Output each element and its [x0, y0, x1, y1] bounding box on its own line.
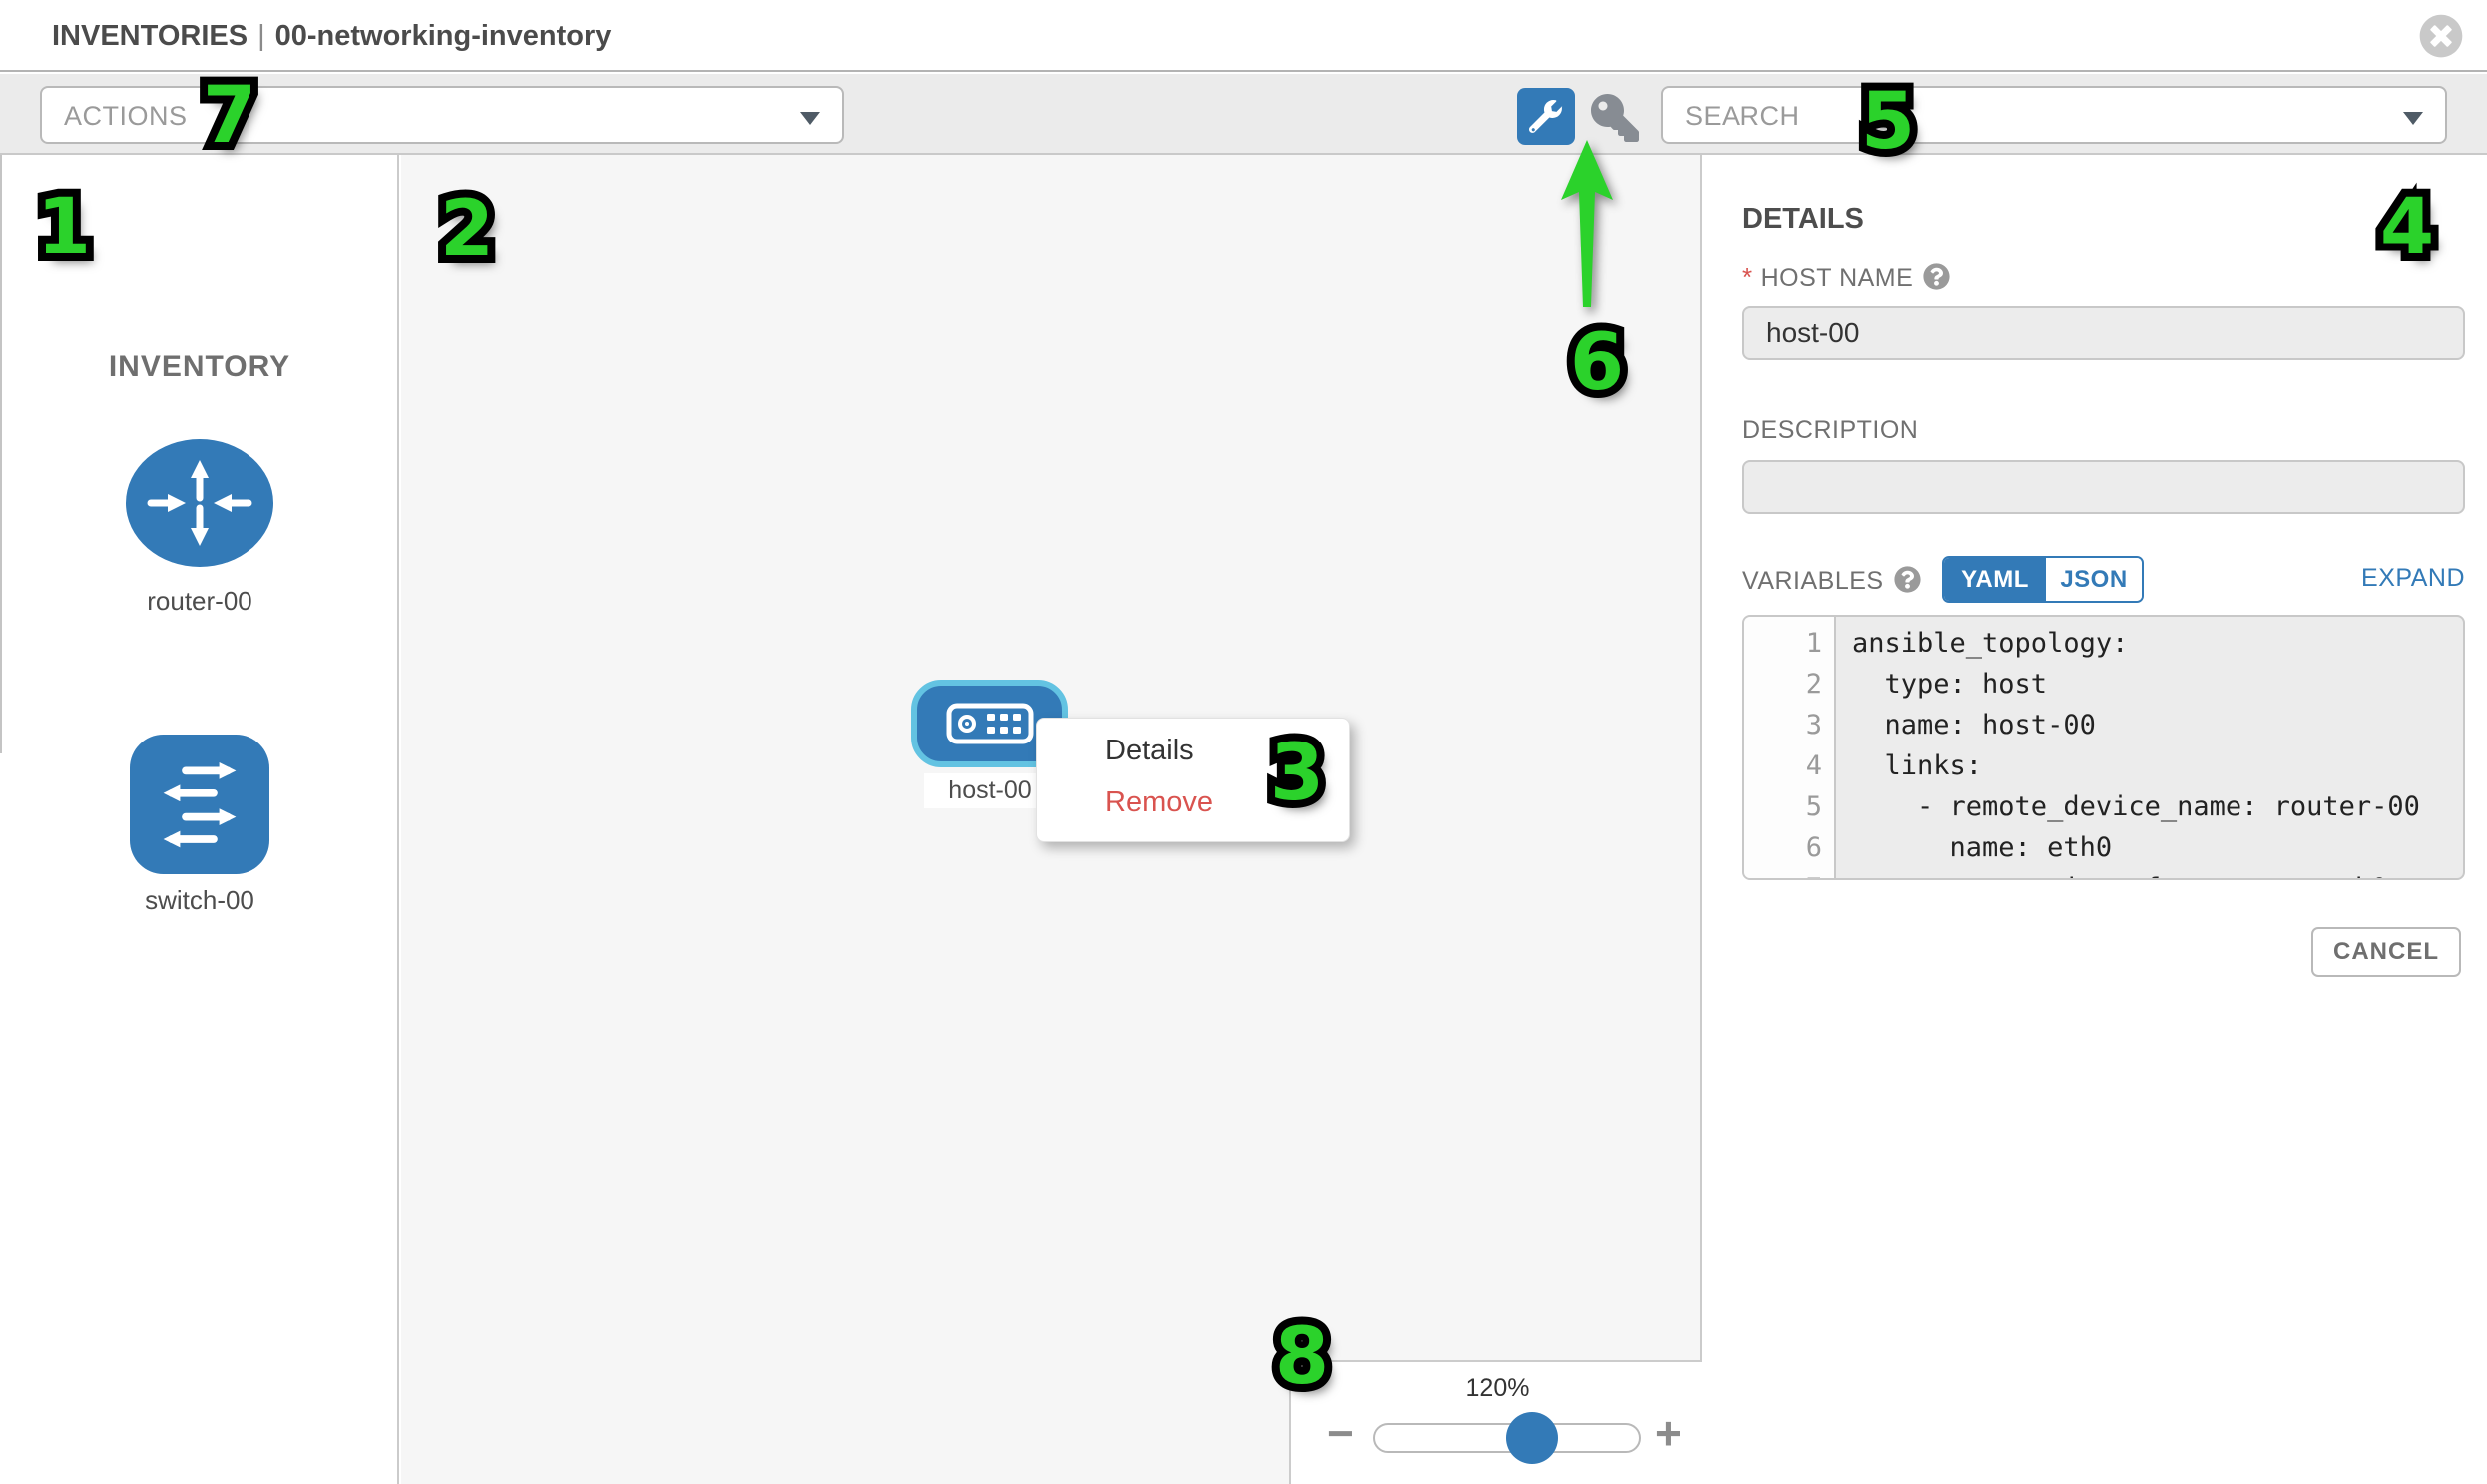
code-line: type: host [1838, 664, 2463, 705]
breadcrumb: INVENTORIES [52, 20, 248, 52]
search-dropdown-label: SEARCH [1685, 101, 1800, 132]
required-marker: * [1742, 262, 1753, 292]
sidebar-title: INVENTORY [0, 350, 399, 384]
actions-dropdown-label: ACTIONS [64, 101, 188, 132]
inventory-name: 00-networking-inventory [275, 20, 612, 52]
line-number: 7 [1744, 868, 1834, 880]
editor-gutter: 1 2 3 4 5 6 7 [1744, 617, 1836, 878]
annotation-8: 8 [1275, 1318, 1329, 1396]
chevron-down-icon [800, 112, 820, 125]
help-icon[interactable] [1894, 566, 1921, 593]
page-header: INVENTORIES|00-networking-inventory [0, 0, 2487, 72]
variables-editor[interactable]: 1 2 3 4 5 6 7 ansible_topology: type: ho… [1742, 615, 2465, 880]
annotation-1: 1 [37, 189, 91, 266]
host-name-input[interactable] [1742, 306, 2465, 360]
json-toggle-button[interactable]: JSON [2046, 558, 2142, 601]
zoom-slider-thumb[interactable] [1506, 1412, 1558, 1464]
line-number: 2 [1744, 664, 1834, 705]
zoom-control: 120% − + [1289, 1360, 1702, 1484]
variables-label: VARIABLES [1742, 566, 1921, 596]
cancel-button[interactable]: CANCEL [2311, 927, 2461, 977]
context-menu-item-details[interactable]: Details [1105, 735, 1194, 767]
annotation-6: 6 [1570, 324, 1624, 402]
chevron-down-icon [2403, 112, 2423, 125]
toolbar: ACTIONS SEARCH [0, 74, 2487, 155]
annotation-7: 7 [203, 77, 256, 155]
help-icon[interactable] [1923, 263, 1950, 290]
code-line: links: [1838, 745, 2463, 786]
breadcrumb-separator: | [248, 20, 275, 52]
wrench-icon [1529, 100, 1563, 134]
search-dropdown[interactable]: SEARCH [1661, 86, 2447, 144]
host-icon [946, 702, 1034, 745]
configure-button[interactable] [1517, 88, 1575, 145]
zoom-level-label: 120% [1291, 1374, 1704, 1403]
router-node-label: router-00 [0, 586, 399, 617]
details-panel: DETAILS *HOST NAME DESCRIPTION VARIABLES… [1704, 155, 2487, 1484]
key-icon[interactable] [1591, 94, 1639, 142]
code-line: - remote_device_name: router-00 [1838, 786, 2463, 827]
line-number: 1 [1744, 623, 1834, 664]
inventory-topology-page: INVENTORIES|00-networking-inventory ACTI… [0, 0, 2487, 1484]
editor-content: ansible_topology: type: host name: host-… [1838, 617, 2463, 880]
sidebar-edge-line [0, 155, 2, 753]
close-icon[interactable] [2419, 14, 2463, 58]
code-line: name: host-00 [1838, 705, 2463, 745]
line-number: 3 [1744, 705, 1834, 745]
line-number: 5 [1744, 786, 1834, 827]
green-up-arrow-icon [1555, 138, 1619, 309]
topology-canvas[interactable]: host-00 Details Remove 120% − + [401, 155, 1702, 1484]
description-input[interactable] [1742, 460, 2465, 514]
yaml-toggle-button[interactable]: YAML [1944, 558, 2046, 601]
code-line: name: eth0 [1838, 827, 2463, 868]
page-title: INVENTORIES|00-networking-inventory [52, 20, 611, 53]
actions-dropdown[interactable]: ACTIONS [40, 86, 844, 144]
code-line: ansible_topology: [1838, 623, 2463, 664]
annotation-3: 3 [1270, 735, 1324, 812]
code-line: remote_interface_name: eth0 [1838, 868, 2463, 880]
details-title: DETAILS [1742, 203, 1864, 236]
annotation-4: 4 [2380, 189, 2434, 266]
switch-node-label: switch-00 [0, 885, 399, 916]
annotation-5: 5 [1861, 83, 1915, 161]
zoom-out-button[interactable]: − [1327, 1410, 1354, 1456]
switch-icon[interactable] [130, 735, 269, 874]
zoom-in-button[interactable]: + [1655, 1410, 1682, 1456]
line-number: 6 [1744, 827, 1834, 868]
annotation-2: 2 [440, 191, 494, 268]
inventory-sidebar: INVENTORY router-00 [0, 155, 399, 1484]
expand-link[interactable]: EXPAND [2361, 564, 2465, 593]
context-menu-item-remove[interactable]: Remove [1105, 786, 1213, 819]
description-label: DESCRIPTION [1742, 416, 1918, 445]
host-name-label: *HOST NAME [1742, 262, 1950, 293]
line-number: 4 [1744, 745, 1834, 786]
format-toggle: YAML JSON [1942, 556, 2144, 603]
router-icon[interactable] [125, 438, 274, 568]
